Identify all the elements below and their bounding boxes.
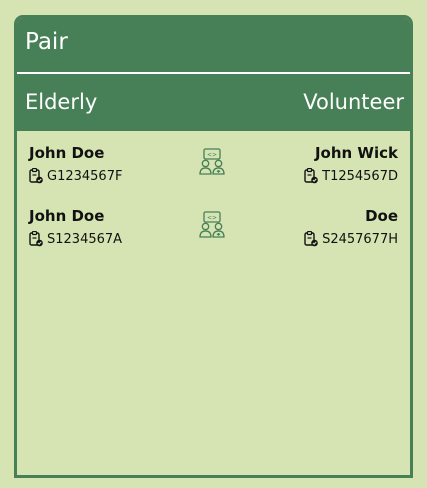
volunteer-id: T1254567D <box>304 168 398 184</box>
elderly-id-value: S1234567A <box>47 231 123 247</box>
svg-text:<>: <> <box>207 152 217 159</box>
column-header-elderly: Elderly <box>25 90 98 114</box>
pair-panel: Pair Elderly Volunteer John Doe G1234567… <box>14 15 413 478</box>
volunteer-id: S2457677H <box>304 231 398 247</box>
volunteer-id-value: T1254567D <box>322 168 398 184</box>
volunteer-name: John Wick <box>314 144 398 162</box>
volunteer-id-value: S2457677H <box>322 231 398 247</box>
svg-text:<>: <> <box>207 215 217 222</box>
elderly-id: S1234567A <box>29 231 122 247</box>
panel-title: Pair <box>25 29 68 55</box>
elderly-id-value: G1234567F <box>47 168 123 184</box>
pair-row[interactable]: John Doe G1234567F <> John Wick T1254567… <box>17 144 410 204</box>
id-badge-check-icon <box>304 231 318 247</box>
pair-people-icon: <> <box>199 148 225 175</box>
id-badge-check-icon <box>29 168 43 184</box>
volunteer-name: Doe <box>365 207 398 225</box>
panel-title-bar: Pair <box>17 18 410 72</box>
elderly-name: John Doe <box>29 207 105 225</box>
id-badge-check-icon <box>304 168 318 184</box>
elderly-id: G1234567F <box>29 168 122 184</box>
elderly-name: John Doe <box>29 144 105 162</box>
pair-row[interactable]: John Doe S1234567A <> Doe S2457677H <box>17 207 410 267</box>
pair-people-icon: <> <box>199 211 225 238</box>
column-header-volunteer: Volunteer <box>303 90 404 114</box>
id-badge-check-icon <box>29 231 43 247</box>
column-header-bar: Elderly Volunteer <box>17 74 410 131</box>
